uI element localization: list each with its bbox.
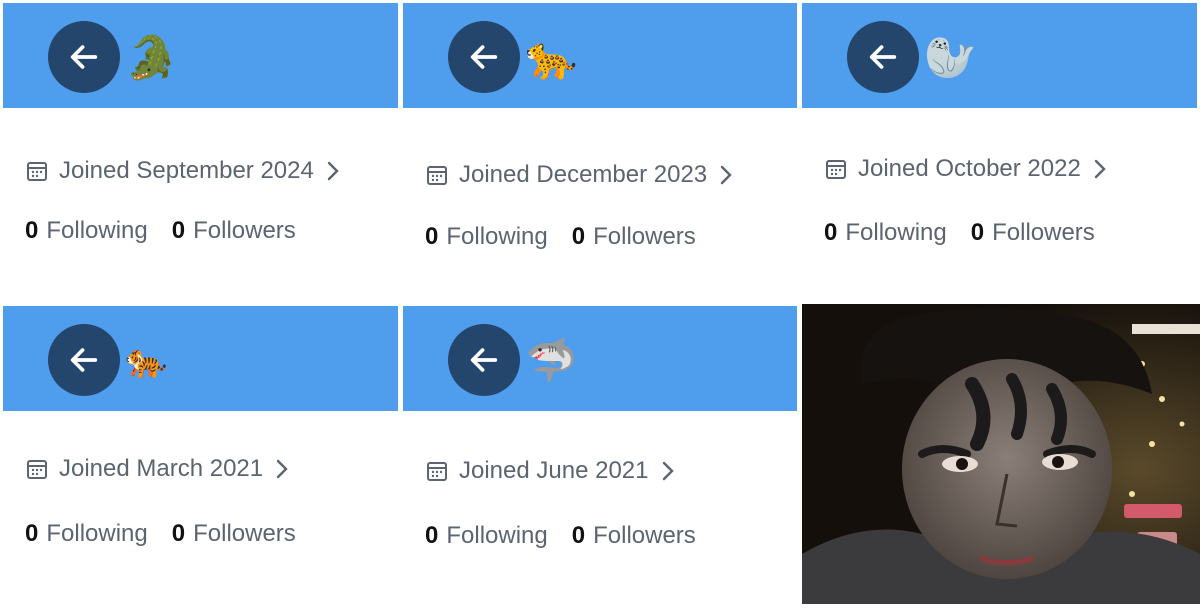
following-count: 0 <box>25 520 39 547</box>
calendar-icon <box>427 462 447 481</box>
calendar-icon <box>27 162 47 181</box>
following-label: Following <box>845 219 947 246</box>
followers-link[interactable]: 0 Followers <box>172 217 296 245</box>
arrow-left-icon <box>470 45 498 69</box>
followers-count: 0 <box>171 217 186 244</box>
face-paint-photo-illustration <box>802 304 1200 604</box>
calendar-icon <box>427 166 447 185</box>
profile-panel: 🦈 Joined June 2021 0 Following 0 Followers <box>403 306 797 604</box>
profile-panel: 🐆 Joined December 2023 0 Following 0 Follo… <box>403 3 797 300</box>
following-count: 0 <box>425 223 439 250</box>
chevron-right-icon <box>662 461 674 481</box>
profile-panel: 🐅 Joined March 2021 0 Following 0 Follower… <box>3 306 398 604</box>
calendar-icon <box>27 460 47 479</box>
followers-label: Followers <box>193 217 296 244</box>
following-count: 0 <box>425 522 439 549</box>
following-label: Following <box>46 520 148 547</box>
profile-emoji: 🦭 <box>924 33 977 82</box>
following-label: Following <box>446 522 548 549</box>
following-link[interactable]: 0 Following <box>425 223 548 251</box>
following-label: Following <box>446 223 548 250</box>
following-label: Following <box>46 217 148 244</box>
arrow-left-icon <box>70 348 98 372</box>
joined-date[interactable]: Joined June 2021 <box>425 451 675 491</box>
arrow-left-icon <box>869 45 897 69</box>
followers-link[interactable]: 0 Followers <box>572 522 696 550</box>
followers-label: Followers <box>593 223 696 250</box>
joined-date[interactable]: Joined December 2023 <box>425 155 733 195</box>
chevron-right-icon <box>327 161 339 181</box>
follow-stats: 0 Following 0 Followers <box>824 219 1095 247</box>
profile-panel: 🐊 Joined September 2024 0 Following 0 Foll… <box>3 3 398 300</box>
followers-count: 0 <box>171 520 186 547</box>
followers-count: 0 <box>970 219 985 246</box>
joined-date[interactable]: Joined October 2022 <box>824 149 1107 189</box>
joined-text: Joined June 2021 <box>459 457 649 484</box>
calendar-icon <box>826 160 846 179</box>
profile-emoji: 🐆 <box>525 33 578 82</box>
profile-banner: 🐆 <box>403 3 797 108</box>
profile-panel: 🦭 Joined October 2022 0 Following 0 Follow… <box>802 3 1197 300</box>
following-link[interactable]: 0 Following <box>25 217 148 245</box>
follow-stats: 0 Following 0 Followers <box>425 522 696 550</box>
follow-stats: 0 Following 0 Followers <box>25 520 296 548</box>
profile-emoji: 🐅 <box>125 341 168 381</box>
arrow-left-icon <box>70 45 98 69</box>
followers-count: 0 <box>571 522 586 549</box>
profile-emoji: 🦈 <box>525 336 578 385</box>
back-button[interactable] <box>448 324 520 396</box>
follow-stats: 0 Following 0 Followers <box>425 223 696 251</box>
back-button[interactable] <box>48 21 120 93</box>
joined-text: Joined October 2022 <box>858 155 1081 182</box>
back-button[interactable] <box>847 21 919 93</box>
joined-date[interactable]: Joined March 2021 <box>25 449 289 489</box>
arrow-left-icon <box>470 348 498 372</box>
chevron-right-icon <box>720 165 732 185</box>
chevron-right-icon <box>1094 159 1106 179</box>
back-button[interactable] <box>48 324 120 396</box>
following-count: 0 <box>25 217 39 244</box>
follow-stats: 0 Following 0 Followers <box>25 217 296 245</box>
joined-text: Joined December 2023 <box>459 161 708 188</box>
following-count: 0 <box>824 219 838 246</box>
profile-banner: 🦭 <box>802 3 1197 108</box>
back-button[interactable] <box>448 21 520 93</box>
face-paint-photo <box>802 304 1200 604</box>
joined-date[interactable]: Joined September 2024 <box>25 151 340 191</box>
chevron-right-icon <box>276 459 288 479</box>
followers-label: Followers <box>593 522 696 549</box>
profile-banner: 🐊 <box>3 3 398 108</box>
profile-emoji: 🐊 <box>125 33 178 82</box>
joined-text: Joined March 2021 <box>59 455 264 482</box>
followers-link[interactable]: 0 Followers <box>971 219 1095 247</box>
followers-label: Followers <box>193 520 296 547</box>
joined-text: Joined September 2024 <box>59 157 314 184</box>
profile-banner: 🐅 <box>3 306 398 411</box>
following-link[interactable]: 0 Following <box>25 520 148 548</box>
followers-link[interactable]: 0 Followers <box>172 520 296 548</box>
profile-banner: 🦈 <box>403 306 797 411</box>
following-link[interactable]: 0 Following <box>824 219 947 247</box>
followers-label: Followers <box>992 219 1095 246</box>
following-link[interactable]: 0 Following <box>425 522 548 550</box>
followers-count: 0 <box>571 223 586 250</box>
followers-link[interactable]: 0 Followers <box>572 223 696 251</box>
